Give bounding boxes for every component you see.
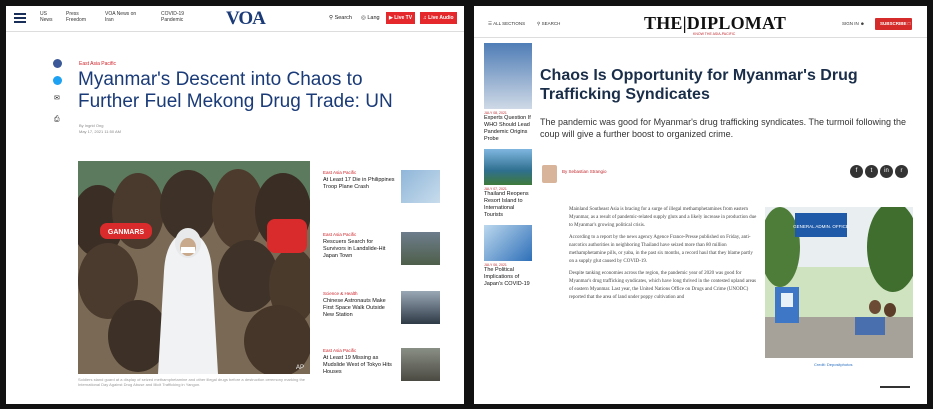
- nav-covid[interactable]: COVID-19 Pandemic: [161, 11, 191, 23]
- article-kicker[interactable]: East Asia Pacific: [79, 61, 116, 67]
- menu-icon: ☰: [488, 21, 493, 26]
- subscribe-button[interactable]: SUBSCRIBE □: [875, 18, 912, 30]
- related-title[interactable]: At Least 17 Die in Philippines Troop Pla…: [323, 177, 395, 191]
- nav-us-news[interactable]: US News: [40, 11, 58, 23]
- language-label: Lang: [367, 15, 380, 21]
- play-icon: ▶: [389, 15, 393, 21]
- sign-in-label: SIGN IN: [842, 21, 859, 26]
- voa-article-page: US News Press Freedom VOA News on Iran C…: [6, 6, 464, 404]
- facebook-share-icon[interactable]: [53, 59, 62, 68]
- lead-photo-drawing: GANMARS AP: [78, 161, 310, 374]
- gift-icon: □: [907, 21, 911, 26]
- related-title[interactable]: At Least 19 Missing as Mudslide West of …: [323, 355, 395, 376]
- article-photo: GENERAL ADMIN. OFFICE: [765, 207, 913, 358]
- rail-story[interactable]: JULY 07, 2021 Thailand Reopens Resort Is…: [484, 149, 532, 219]
- share-icon[interactable]: ✉: [54, 94, 60, 102]
- diplomat-logo[interactable]: THE|DIPLOMAT: [644, 13, 786, 34]
- rail-story[interactable]: JULY 08, 2021 Experts Question If WHO Sh…: [484, 43, 532, 143]
- voa-header: US News Press Freedom VOA News on Iran C…: [6, 6, 464, 32]
- body-paragraph: Mainland Southeast Asia is bracing for a…: [569, 207, 757, 228]
- rail-thumbnail[interactable]: [484, 149, 532, 185]
- search-icon: ⚲: [329, 15, 334, 21]
- all-sections-button[interactable]: ☰ ALL SECTIONS: [488, 21, 525, 27]
- related-story[interactable]: East Asia Pacific At Least 17 Die in Phi…: [323, 170, 453, 203]
- related-thumbnail[interactable]: [401, 170, 440, 203]
- article-headline: Myanmar's Descent into Chaos to Further …: [78, 69, 393, 112]
- twitter-share-icon[interactable]: [53, 76, 62, 85]
- rail-thumbnail[interactable]: [484, 225, 532, 261]
- photo-credit: AP: [296, 365, 304, 371]
- reddit-share-icon[interactable]: r: [895, 165, 908, 178]
- article-byline: By Ingrid Ong May 17, 2021 11:50 AM: [79, 123, 121, 135]
- article-headline: Chaos Is Opportunity for Myanmar's Drug …: [540, 67, 858, 103]
- related-thumbnail[interactable]: [401, 232, 440, 265]
- photo-caption: Soldiers stand guard at a display of sei…: [78, 377, 306, 387]
- photo-sign-text: GENERAL ADMIN. OFFICE: [793, 224, 849, 229]
- all-sections-label: ALL SECTIONS: [493, 21, 526, 26]
- live-audio-label: Live Audio: [428, 15, 454, 21]
- rail-thumbnail[interactable]: [484, 43, 532, 109]
- photo-sign-left: GANMARS: [108, 229, 144, 236]
- sign-in-button[interactable]: SIGN IN ☻: [842, 21, 865, 26]
- article-photo-drawing: GENERAL ADMIN. OFFICE: [765, 207, 913, 358]
- left-rail: JULY 08, 2021 Experts Question If WHO Sh…: [484, 43, 532, 288]
- body-paragraph: Despite tanking economies across the reg…: [569, 271, 757, 300]
- search-label: Search: [334, 15, 352, 21]
- print-icon[interactable]: ⎙: [54, 116, 60, 124]
- nav-voa-iran[interactable]: VOA News on Iran: [105, 11, 139, 23]
- rail-title[interactable]: Thailand Reopens Resort Island to Intern…: [484, 191, 532, 219]
- speaker-icon: ♫: [423, 15, 427, 21]
- voa-logo[interactable]: VOA: [226, 8, 266, 30]
- related-story[interactable]: East Asia Pacific At Least 19 Missing as…: [323, 348, 453, 381]
- article-standfirst: The pandemic was good for Myanmar's drug…: [540, 117, 907, 139]
- lead-photo: GANMARS AP: [78, 161, 310, 374]
- subscribe-label: SUBSCRIBE: [880, 21, 907, 26]
- live-audio-button[interactable]: ♫ Live Audio: [420, 12, 457, 24]
- related-title[interactable]: Rescuers Search for Survivors in Landsli…: [323, 239, 395, 260]
- related-story[interactable]: East Asia Pacific Rescuers Search for Su…: [323, 232, 453, 265]
- globe-icon: ◎: [361, 15, 366, 21]
- live-tv-label: Live TV: [394, 15, 413, 21]
- linkedin-share-icon[interactable]: in: [880, 165, 893, 178]
- diplomat-article-page: ☰ ALL SECTIONS ⚲ SEARCH THE|DIPLOMAT KNO…: [474, 6, 927, 404]
- author-byline[interactable]: By Sebastian Strangio: [562, 169, 607, 174]
- diplomat-tagline: KNOW THE ASIA-PACIFIC: [693, 32, 736, 36]
- rail-title[interactable]: The Political Implications of Japan's CO…: [484, 267, 532, 288]
- search-icon: ⚲: [537, 21, 541, 26]
- facebook-share-icon[interactable]: f: [850, 165, 863, 178]
- related-thumbnail[interactable]: [401, 348, 440, 381]
- search-button[interactable]: ⚲ SEARCH: [537, 21, 560, 27]
- photo-credit: Credit: Depositphotos: [814, 362, 853, 367]
- twitter-share-icon[interactable]: t: [865, 165, 878, 178]
- menu-icon[interactable]: [14, 13, 26, 23]
- related-title[interactable]: Chinese Astronauts Make First Space Walk…: [323, 298, 395, 319]
- byline-date: May 17, 2021 11:50 AM: [79, 129, 121, 134]
- diplomat-header: ☰ ALL SECTIONS ⚲ SEARCH THE|DIPLOMAT KNO…: [474, 6, 927, 38]
- search-button[interactable]: ⚲ Search: [329, 15, 352, 21]
- search-label: SEARCH: [541, 21, 561, 26]
- article-body: Mainland Southeast Asia is bracing for a…: [569, 206, 759, 306]
- divider: [880, 386, 910, 388]
- author-avatar[interactable]: [542, 165, 557, 183]
- nav-press-freedom[interactable]: Press Freedom: [66, 11, 90, 23]
- related-story[interactable]: Science & Health Chinese Astronauts Make…: [323, 291, 453, 324]
- user-icon: ☻: [860, 21, 865, 26]
- related-thumbnail[interactable]: [401, 291, 440, 324]
- language-button[interactable]: ◎ Lang: [361, 15, 380, 21]
- body-paragraph: According to a report by the news agency…: [569, 235, 753, 264]
- live-tv-button[interactable]: ▶ Live TV: [386, 12, 416, 24]
- rail-story[interactable]: JULY 06, 2021 The Political Implications…: [484, 225, 532, 288]
- rail-title[interactable]: Experts Question If WHO Should Lead Pand…: [484, 115, 532, 143]
